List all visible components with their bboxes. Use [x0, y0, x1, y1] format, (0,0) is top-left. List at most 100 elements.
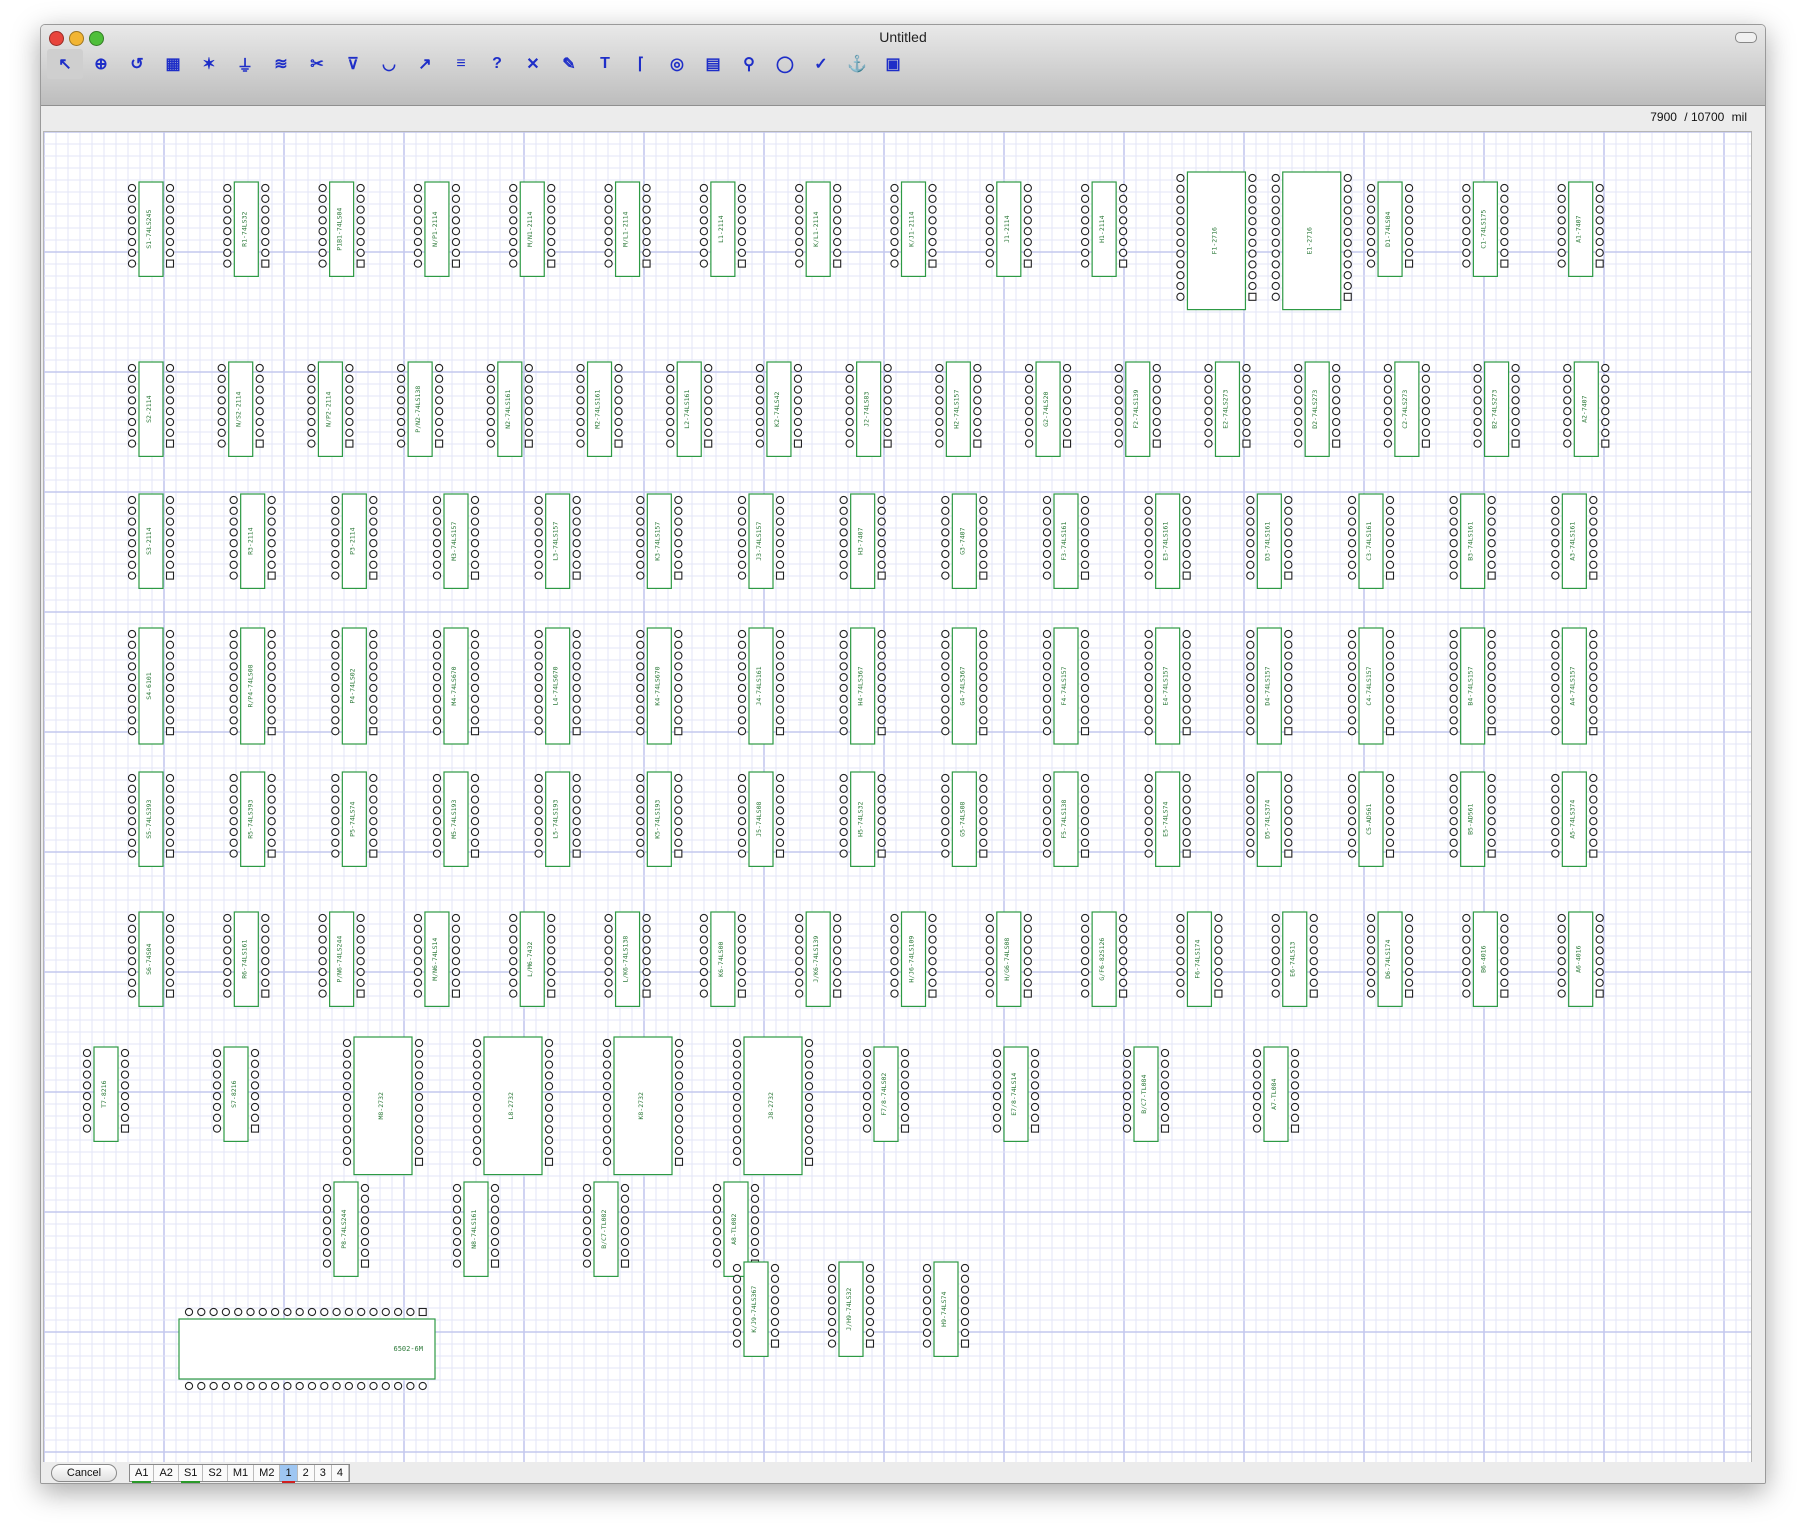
ic-pin[interactable] — [1551, 549, 1560, 559]
ic-pin[interactable] — [127, 694, 137, 703]
ic-pin[interactable] — [356, 989, 365, 998]
ic-pin[interactable] — [127, 374, 137, 383]
ic-pin[interactable] — [666, 363, 675, 373]
ic-pin[interactable] — [1023, 194, 1032, 203]
ic-pin[interactable] — [1595, 183, 1604, 193]
ic-pin[interactable] — [452, 1216, 462, 1225]
ic-pin[interactable] — [642, 183, 651, 193]
net-tool-icon[interactable]: ⊽ — [335, 49, 371, 79]
ic-pin[interactable] — [470, 683, 480, 693]
ic-pin[interactable] — [261, 935, 270, 944]
ic-pin[interactable] — [413, 205, 423, 214]
ic-pin[interactable] — [572, 495, 581, 505]
ic-part[interactable]: S5-74LS393 — [127, 771, 175, 868]
ic-pin[interactable] — [413, 913, 423, 923]
ic-pin[interactable] — [1290, 1070, 1300, 1079]
ic-pin[interactable] — [1347, 849, 1357, 858]
ic-pin[interactable] — [1366, 248, 1376, 257]
ic-pin[interactable] — [322, 1216, 332, 1225]
ic-pin[interactable] — [1182, 827, 1191, 837]
ic-part[interactable]: K2-74LS42 — [755, 361, 803, 458]
ic-pin[interactable] — [413, 935, 423, 944]
ic-pin[interactable] — [490, 1259, 500, 1268]
ic-pin[interactable] — [845, 385, 854, 394]
ic-pin[interactable] — [261, 237, 270, 247]
ic-pin[interactable] — [755, 385, 765, 394]
ic-pin[interactable] — [127, 727, 137, 736]
ic-pin[interactable] — [1248, 217, 1257, 226]
ic-pin[interactable] — [1182, 784, 1191, 793]
ic-pin[interactable] — [414, 1092, 424, 1102]
ic-pin[interactable] — [1511, 439, 1520, 448]
ic-pin[interactable] — [1176, 195, 1185, 204]
ic-pin[interactable] — [795, 935, 804, 944]
ic-pin[interactable] — [414, 1125, 424, 1134]
ic-pin[interactable] — [261, 216, 270, 225]
ic-pin[interactable] — [413, 194, 423, 203]
ic-pin[interactable] — [369, 673, 378, 682]
ic-pin[interactable] — [1589, 817, 1598, 826]
ic-pin[interactable] — [318, 259, 327, 268]
ic-pin[interactable] — [775, 727, 785, 736]
ic-pin[interactable] — [1385, 838, 1395, 847]
ic-pin[interactable] — [1601, 407, 1610, 416]
ic-pin[interactable] — [369, 705, 378, 714]
ic-pin[interactable] — [255, 417, 264, 427]
ic-pin[interactable] — [833, 967, 842, 977]
ic-pin[interactable] — [1589, 571, 1598, 580]
zoom-tool-icon[interactable]: ⊕ — [83, 49, 119, 79]
ic-pin[interactable] — [1449, 817, 1458, 826]
ic-pin[interactable] — [470, 662, 480, 671]
ic-pin[interactable] — [267, 640, 276, 649]
ic-pin[interactable] — [1118, 237, 1128, 247]
ic-pin[interactable] — [413, 989, 423, 998]
ic-pin[interactable] — [928, 205, 937, 214]
ic-pin[interactable] — [509, 259, 518, 268]
ic-pin[interactable] — [576, 385, 585, 394]
ic-pin[interactable] — [755, 407, 765, 416]
ic-pin[interactable] — [1024, 363, 1034, 373]
ic-pin[interactable] — [1248, 173, 1257, 183]
ic-pin[interactable] — [642, 957, 651, 966]
ic-pin[interactable] — [1404, 967, 1414, 977]
ic-part[interactable]: R1-74LS32 — [223, 181, 270, 278]
ic-pin[interactable] — [1551, 560, 1560, 569]
ic-pin[interactable] — [413, 957, 423, 966]
ic-pin[interactable] — [229, 795, 238, 804]
cpu-pin[interactable] — [283, 1381, 292, 1391]
ic-pin[interactable] — [509, 935, 518, 944]
ic-pin[interactable] — [534, 629, 543, 639]
ic-pin[interactable] — [1347, 560, 1357, 569]
ic-part[interactable]: M8-2732 — [342, 1036, 424, 1176]
ic-pin[interactable] — [1309, 935, 1318, 944]
ic-pin[interactable] — [127, 539, 137, 548]
ic-pin[interactable] — [1290, 1081, 1300, 1090]
ic-pin[interactable] — [1023, 205, 1032, 214]
ic-pin[interactable] — [534, 651, 543, 660]
ic-pin[interactable] — [1294, 385, 1303, 394]
ic-pin[interactable] — [534, 640, 543, 649]
ic-pin[interactable] — [1080, 827, 1090, 837]
ic-pin[interactable] — [750, 1248, 760, 1257]
ic-pin[interactable] — [973, 439, 982, 448]
ic-pin[interactable] — [261, 205, 270, 214]
ic-pin[interactable] — [165, 227, 175, 236]
ic-pin[interactable] — [1500, 946, 1509, 955]
ic-pin[interactable] — [356, 957, 365, 966]
ic-pin[interactable] — [120, 1113, 130, 1122]
ic-pin[interactable] — [827, 1296, 837, 1305]
ic-pin[interactable] — [451, 194, 461, 203]
ic-pin[interactable] — [331, 517, 340, 526]
ic-pin[interactable] — [165, 806, 175, 815]
ic-pin[interactable] — [1385, 784, 1395, 793]
ic-pin[interactable] — [1176, 292, 1185, 301]
ic-pin[interactable] — [636, 495, 645, 505]
ic-pin[interactable] — [877, 773, 886, 783]
ic-pin[interactable] — [1449, 571, 1458, 580]
ic-pin[interactable] — [396, 428, 406, 437]
ic-pin[interactable] — [712, 1237, 722, 1247]
ic-pin[interactable] — [212, 1048, 222, 1058]
ic-pin[interactable] — [127, 259, 137, 268]
ic-pin[interactable] — [1347, 694, 1357, 703]
ic-pin[interactable] — [1246, 817, 1255, 826]
